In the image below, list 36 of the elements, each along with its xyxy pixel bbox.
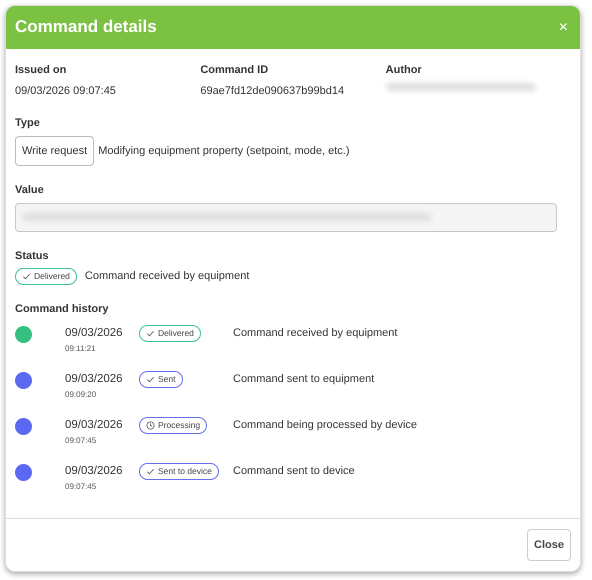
history-time: 09:07:45 xyxy=(65,434,98,446)
history-description: Command received by equipment xyxy=(233,326,398,342)
history-date: 09/03/2026 xyxy=(65,372,124,388)
check-icon xyxy=(146,467,155,476)
modal-title: Command details xyxy=(15,17,157,38)
field-label: Type xyxy=(15,116,41,131)
field-label: Command ID xyxy=(200,63,270,78)
history-date: 09/03/2026 xyxy=(65,464,124,480)
history-time: 09:11:21 xyxy=(65,342,97,354)
history-description: Command being processed by device xyxy=(233,418,418,434)
status-description: Command received by equipment xyxy=(84,269,250,284)
check-icon xyxy=(146,329,155,338)
field-label: Author xyxy=(386,63,423,78)
history-date: 09/03/2026 xyxy=(65,418,124,434)
check-icon xyxy=(22,272,31,281)
history-description: Command sent to equipment xyxy=(233,372,374,388)
field-value: 09/03/2026 09:07:45 xyxy=(15,84,117,98)
field-value: 69ae7fd12de090637b99bd14 xyxy=(200,84,346,98)
field-label: Value xyxy=(15,183,45,198)
status-badge: Processing xyxy=(139,417,208,434)
section-title: Command history xyxy=(15,302,110,317)
status-badge: Delivered xyxy=(139,325,201,342)
history-description: Command sent to device xyxy=(233,464,355,480)
status-badge: Delivered xyxy=(15,268,77,285)
history-date: 09/03/2026 xyxy=(65,326,124,342)
history-time: 09:09:20 xyxy=(65,388,98,400)
type-chip: Write request xyxy=(15,136,94,166)
status-badge: Sent xyxy=(139,371,182,388)
type-description: Modifying equipment property (setpoint, mode, etc.) xyxy=(98,144,350,158)
field-label: Issued on xyxy=(15,63,68,78)
field-label: Status xyxy=(15,248,50,264)
close-button[interactable]: Close xyxy=(527,528,571,562)
check-icon xyxy=(146,375,155,384)
history-time: 09:07:45 xyxy=(65,480,98,492)
clock-icon xyxy=(146,421,155,430)
status-badge: Sent to device xyxy=(139,463,219,480)
